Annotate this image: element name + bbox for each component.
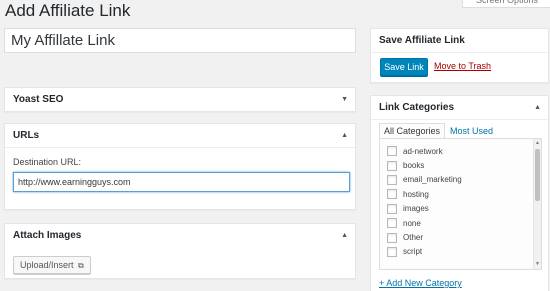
list-item: none: [387, 216, 462, 230]
attach-images-title: Attach Images: [13, 230, 82, 241]
attach-images-box: Attach Images ▲ Upload/Insert ⧉: [4, 223, 356, 279]
category-checkbox[interactable]: [387, 146, 397, 157]
destination-url-input[interactable]: http://www.earningguys.com: [13, 172, 350, 192]
triangle-up-icon[interactable]: ▲: [534, 96, 541, 120]
save-link-button[interactable]: Save Link: [380, 58, 428, 76]
scroll-down-icon[interactable]: ▼: [534, 261, 541, 268]
category-label: books: [403, 161, 425, 171]
category-list: ad-network books email_marketing hosting…: [387, 144, 462, 259]
categories-title: Link Categories: [379, 102, 455, 113]
list-item: hosting: [387, 187, 462, 201]
category-scrollbar[interactable]: ▲ ▼: [533, 139, 541, 269]
list-item: email_marketing: [387, 173, 462, 187]
urls-box: URLs ▲ Destination URL: http://www.earni…: [4, 123, 356, 210]
page-title: Add Affiliate Link: [5, 1, 131, 20]
category-checkbox[interactable]: [387, 218, 397, 229]
yoast-seo-title: Yoast SEO: [13, 94, 64, 105]
category-label: Other: [403, 233, 424, 243]
list-item: ad-network: [387, 144, 462, 158]
list-item: script: [387, 245, 462, 259]
list-item: images: [387, 202, 462, 216]
triangle-down-icon[interactable]: ▼: [341, 88, 348, 112]
urls-header[interactable]: URLs ▲: [5, 124, 355, 148]
category-label: hosting: [403, 189, 429, 199]
category-label: email_marketing: [403, 175, 462, 185]
save-affiliate-link-box: Save Affiliate Link Save Link Move to Tr…: [370, 28, 549, 83]
tab-most-used[interactable]: Most Used: [445, 123, 498, 139]
category-checkbox[interactable]: [387, 232, 397, 243]
yoast-seo-header[interactable]: Yoast SEO ▼: [5, 88, 355, 112]
category-label: script: [403, 247, 423, 257]
screen-options-tab[interactable]: Screen Options: [462, 0, 550, 8]
categories-header[interactable]: Link Categories ▲: [371, 96, 548, 120]
category-label: none: [403, 218, 421, 228]
category-checkbox[interactable]: [387, 160, 397, 171]
category-checkbox[interactable]: [387, 174, 397, 185]
category-label: ad-network: [403, 146, 443, 156]
category-list-panel: ad-network books email_marketing hosting…: [379, 138, 542, 270]
scroll-up-icon[interactable]: ▲: [534, 140, 541, 147]
category-checkbox[interactable]: [387, 189, 397, 200]
upload-insert-label: Upload/Insert: [20, 260, 74, 270]
urls-title: URLs: [13, 130, 40, 141]
scroll-thumb[interactable]: [535, 149, 540, 201]
category-tabs: All Categories Most Used: [379, 123, 498, 139]
move-to-trash-link[interactable]: Move to Trash: [434, 61, 491, 71]
category-label: images: [403, 204, 429, 214]
add-new-category-link[interactable]: + Add New Category: [379, 278, 462, 288]
link-title-input[interactable]: My Affillate Link: [4, 28, 356, 53]
category-checkbox[interactable]: [387, 246, 397, 257]
triangle-up-icon[interactable]: ▲: [341, 124, 348, 148]
upload-insert-button[interactable]: Upload/Insert ⧉: [13, 256, 91, 274]
attach-images-header[interactable]: Attach Images ▲: [5, 224, 355, 248]
destination-url-label: Destination URL:: [13, 157, 82, 167]
list-item: books: [387, 158, 462, 172]
media-icon: ⧉: [78, 261, 84, 270]
list-item: Other: [387, 230, 462, 244]
category-checkbox[interactable]: [387, 203, 397, 214]
tab-all-categories[interactable]: All Categories: [379, 123, 446, 139]
save-title: Save Affiliate Link: [379, 35, 465, 46]
yoast-seo-box: Yoast SEO ▼: [4, 87, 356, 112]
triangle-up-icon[interactable]: ▲: [341, 224, 348, 248]
link-categories-box: Link Categories ▲ All Categories Most Use…: [370, 95, 549, 291]
save-header: Save Affiliate Link: [371, 29, 548, 53]
